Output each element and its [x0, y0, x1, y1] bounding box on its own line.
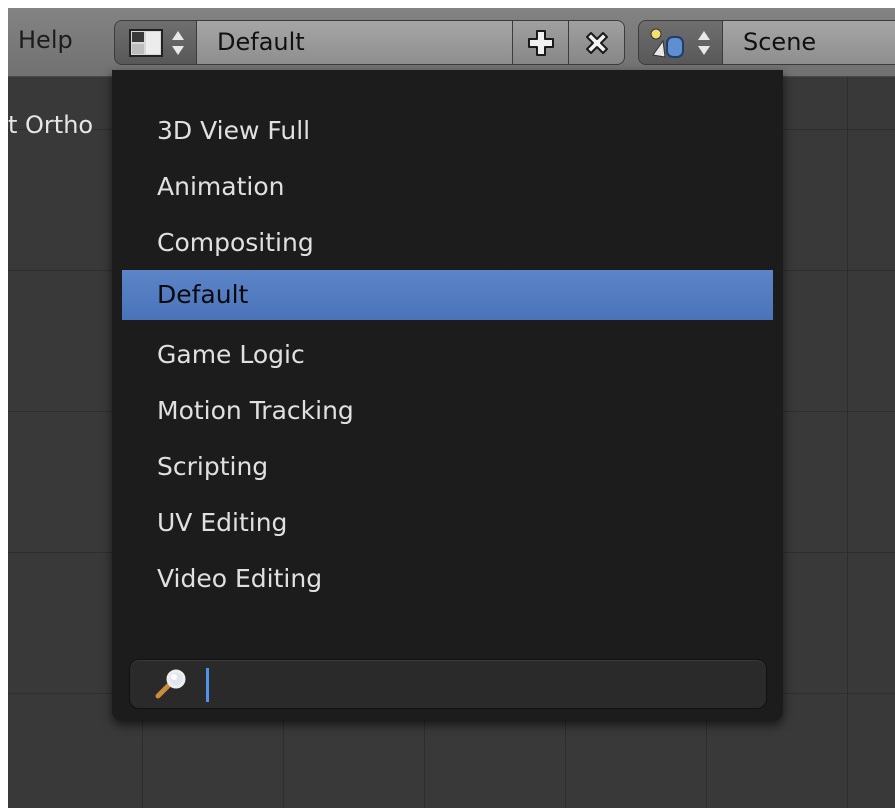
scene-name-field[interactable]: Scene: [723, 21, 895, 64]
menu-item-3d-view-full[interactable]: 3D View Full: [122, 106, 773, 156]
updown-arrows-icon: [698, 31, 710, 55]
delete-screen-layout-button[interactable]: [569, 21, 624, 64]
help-menu[interactable]: Help: [18, 22, 73, 58]
menu-item-game-logic[interactable]: Game Logic: [122, 330, 773, 380]
plus-icon: [528, 30, 554, 56]
scene-browse-button[interactable]: [639, 21, 723, 64]
menu-item-video-editing[interactable]: Video Editing: [122, 554, 773, 604]
menu-item-uv-editing[interactable]: UV Editing: [122, 498, 773, 548]
screen-layout-selector: Default: [114, 20, 625, 65]
menu-item-animation[interactable]: Animation: [122, 162, 773, 212]
screen-layout-name: Default: [217, 28, 305, 56]
info-header: Help Default Scene: [8, 8, 895, 77]
menu-item-compositing[interactable]: Compositing: [122, 218, 773, 268]
screen-layout-dropdown: 3D View Full Animation Compositing Defau…: [112, 70, 783, 721]
blender-window: Help Default Scene t Ortho 3D View Full …: [8, 8, 895, 808]
menu-search-input[interactable]: [206, 668, 757, 702]
menu-item-motion-tracking[interactable]: Motion Tracking: [122, 386, 773, 436]
menu-item-default[interactable]: Default: [122, 270, 773, 320]
close-icon: [586, 32, 608, 54]
menu-item-scripting[interactable]: Scripting: [122, 442, 773, 492]
screen-layout-name-field[interactable]: Default: [197, 21, 513, 64]
scene-name: Scene: [743, 28, 817, 56]
scene-selector: Scene: [638, 20, 895, 65]
scene-icon: [650, 28, 684, 58]
menu-search-box[interactable]: [129, 659, 767, 709]
updown-arrows-icon: [172, 31, 184, 55]
add-screen-layout-button[interactable]: [513, 21, 569, 64]
viewport-view-label: t Ortho: [8, 111, 94, 139]
screen-layout-browse-button[interactable]: [115, 21, 197, 64]
search-icon: [155, 669, 186, 699]
screen-layout-icon: [129, 29, 163, 57]
